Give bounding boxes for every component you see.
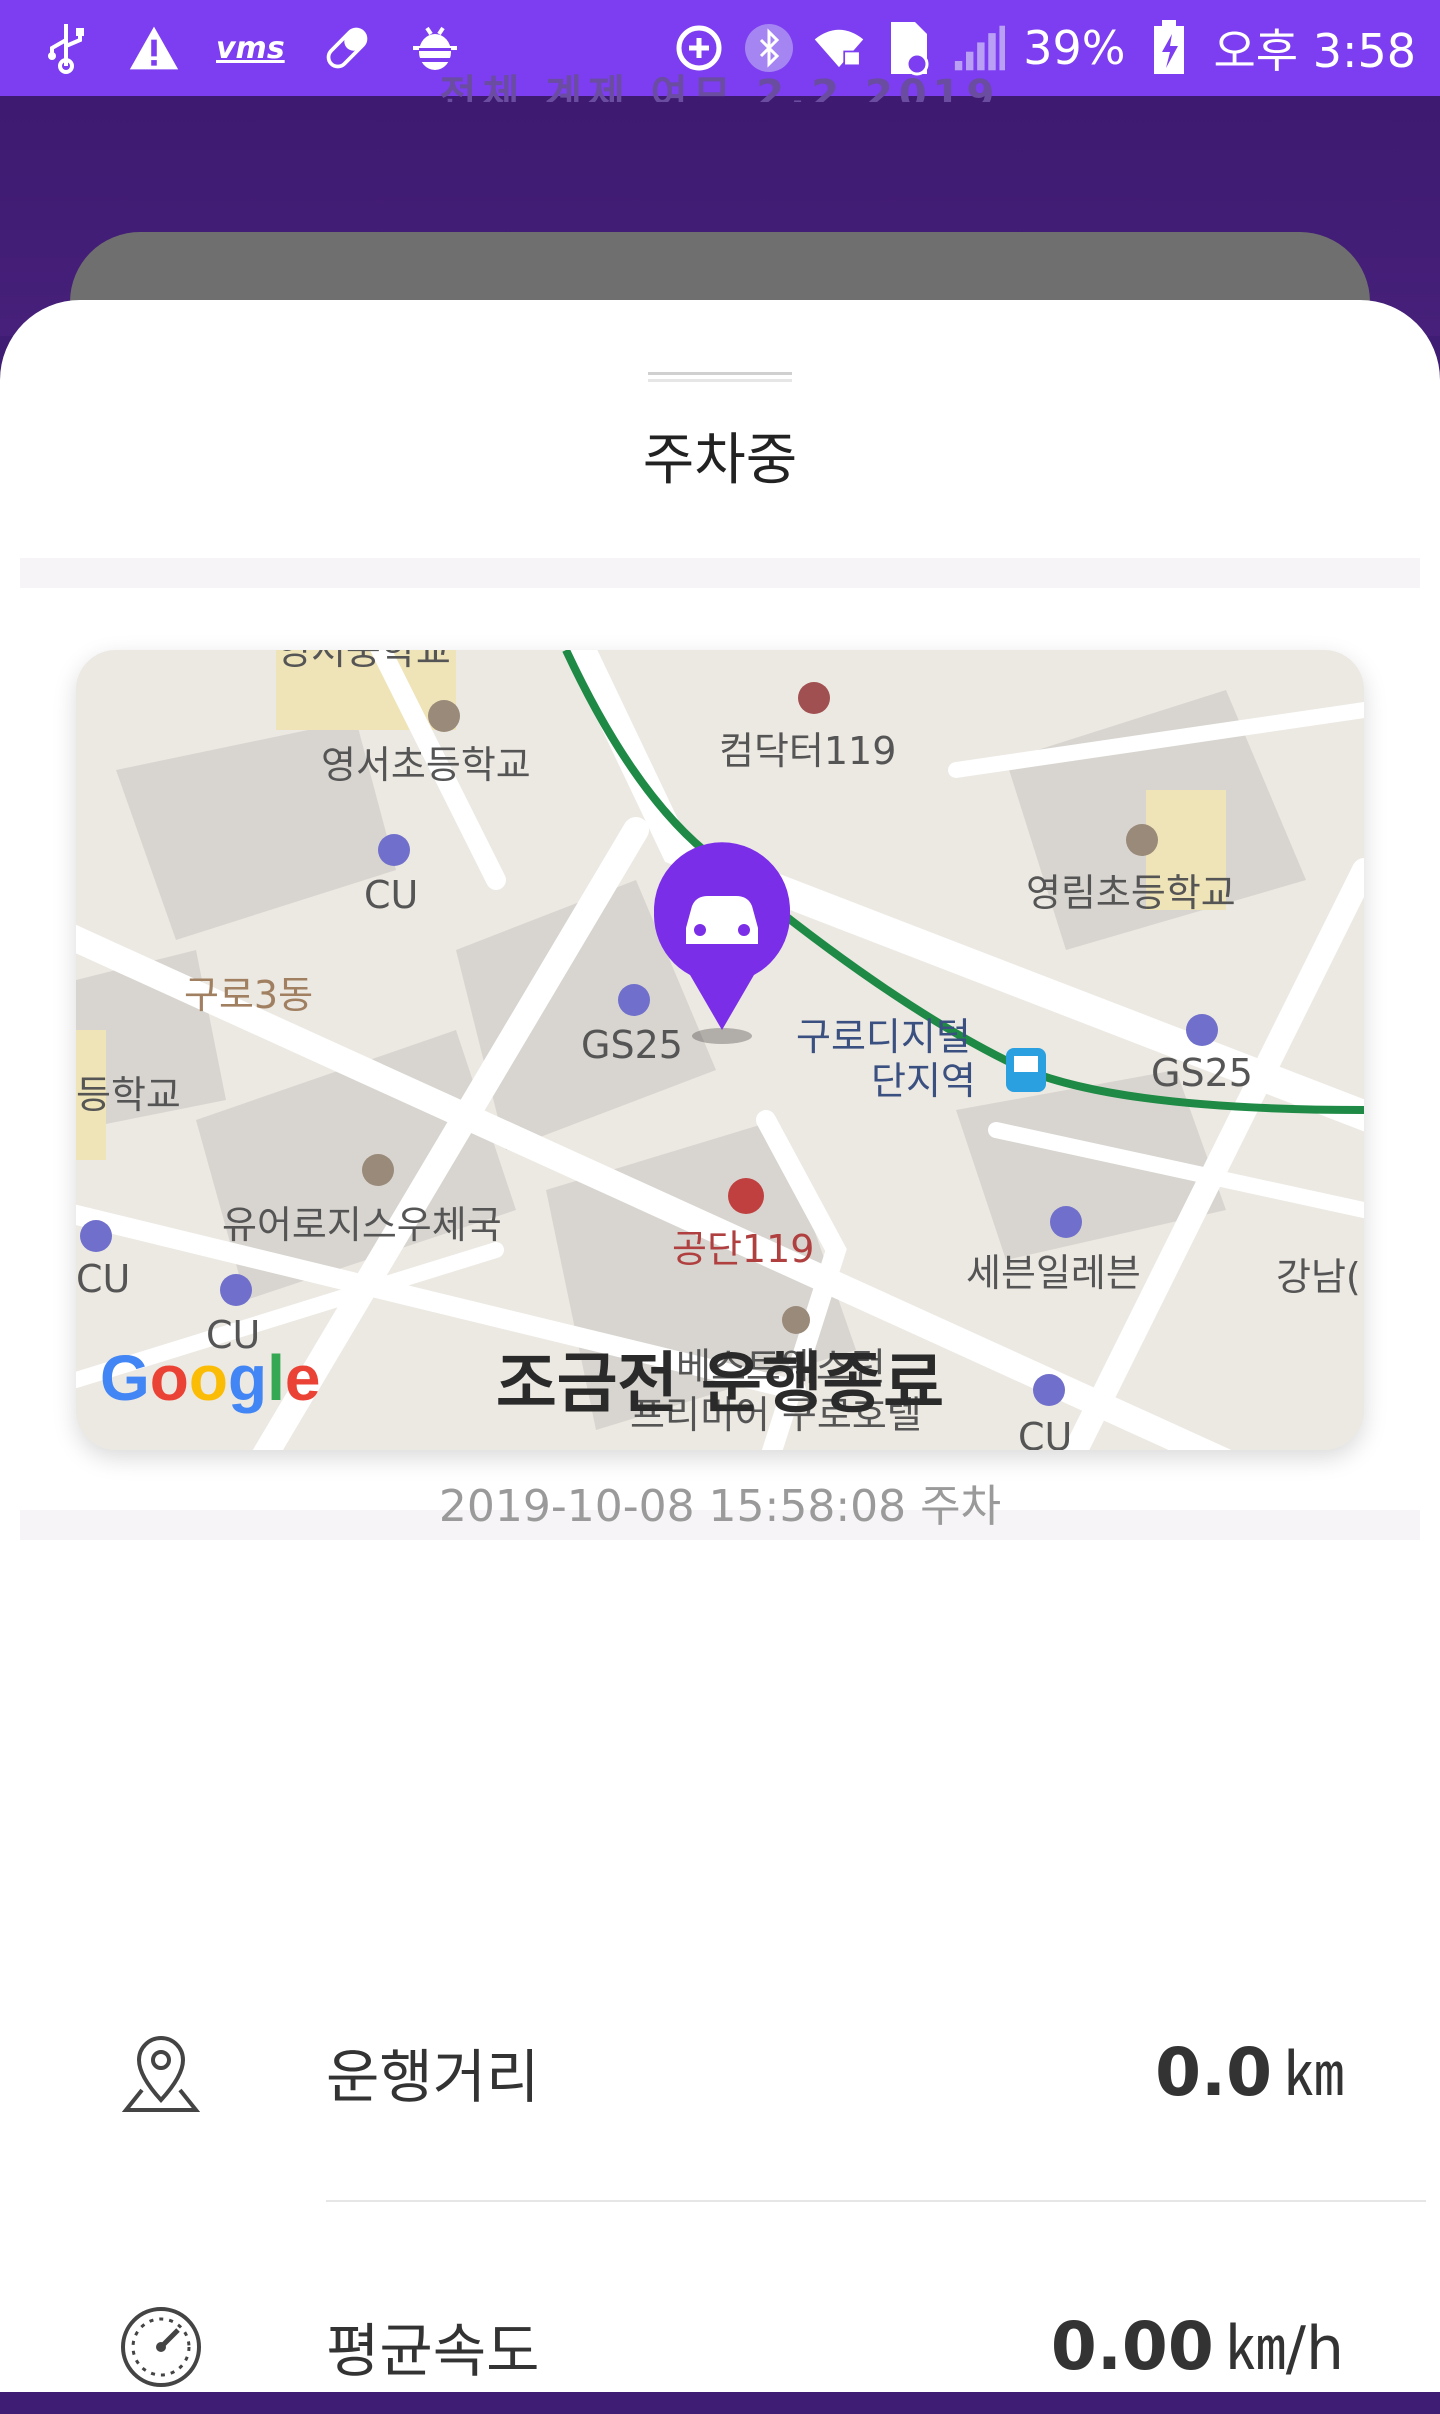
stat-unit-distance: ㎞: [1284, 2040, 1344, 2110]
map-label-cu1: CU: [364, 873, 418, 917]
map-label-gs25-1: GS25: [581, 1023, 683, 1067]
map-label-computer: 컴닥터119: [719, 729, 896, 773]
map-label-school1: 영서초등학교: [321, 743, 531, 787]
map-label-school2: 영림초등학교: [1026, 871, 1236, 915]
battery-percent: 39%: [1023, 21, 1126, 75]
stat-label-distance: 운행거리: [326, 2043, 540, 2111]
map-label-station1: 구로디지털: [796, 1015, 971, 1059]
header-ghost-text: 전체 계제 여므 2.2 2019: [439, 72, 1001, 102]
drag-handle[interactable]: [648, 372, 792, 382]
vms-icon: vms: [216, 30, 285, 66]
map-label-cu2: CU: [76, 1257, 130, 1301]
usb-icon: [40, 22, 92, 74]
stat-value-speed: 0.00 ㎞/h: [1050, 2308, 1344, 2385]
map-label-gongdan: 공단119: [672, 1227, 814, 1271]
stat-row-speed: 평균속도 0.00 ㎞/h: [0, 2294, 1440, 2414]
map-label-school-left: 등학교: [76, 1073, 181, 1117]
row-divider: [326, 2200, 1426, 2202]
parked-timestamp: 2019-10-08 15:58:08 주차: [438, 1481, 1002, 1532]
map-label-station2: 단지역: [871, 1059, 976, 1103]
map-label-guro3: 구로3동: [184, 973, 313, 1017]
subway-icon: [1006, 1048, 1046, 1092]
warning-icon: [128, 22, 180, 74]
map-label-seven: 세븐일레븐: [966, 1251, 1141, 1295]
clock: 오후 3:58: [1213, 24, 1416, 78]
section-divider: [20, 558, 1420, 588]
map-label-top: 영서중학교: [276, 650, 451, 673]
map-label-post: 유어로지스우체국: [222, 1203, 502, 1247]
battery-charging-icon: [1143, 20, 1195, 74]
drive-status-title: 조금전 운행종료: [495, 1345, 945, 1422]
bottom-sheet[interactable]: 주차중 영서중학교 영서초등학교 CU 구로3동 GS25 등학교 유어로지스우…: [0, 300, 1440, 2392]
sheet-title: 주차중: [642, 428, 798, 493]
map-label-gs25-2: GS25: [1151, 1051, 1253, 1095]
stat-unit-speed: ㎞/h: [1225, 2314, 1344, 2384]
stat-value-distance: 0.0 ㎞: [1155, 2034, 1344, 2111]
map-label-gangnam: 강남(: [1276, 1255, 1361, 1299]
stat-row-distance: 운행거리 0.0 ㎞: [0, 2020, 1440, 2140]
stat-label-speed: 평균속도: [326, 2317, 540, 2385]
speedometer-icon: [118, 2304, 204, 2390]
map-pin-icon: [118, 2030, 204, 2116]
pill-icon: [321, 22, 373, 74]
